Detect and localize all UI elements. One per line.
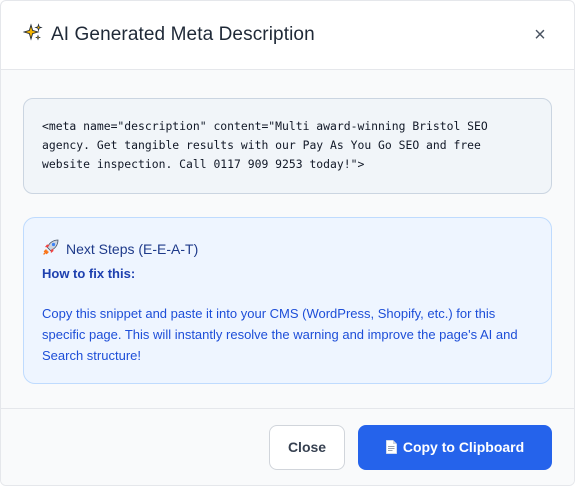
copy-button-label: Copy to Clipboard	[402, 439, 525, 455]
close-button[interactable]: Close	[269, 424, 345, 470]
modal-footer: Close Copy to Clipboard	[1, 408, 574, 485]
sparkles-icon	[22, 23, 43, 47]
modal-title: AI Generated Meta Description	[51, 24, 315, 45]
meta-description-modal: AI Generated Meta Description × <meta na…	[0, 0, 575, 486]
next-steps-description: Copy this snippet and paste it into your…	[42, 306, 518, 363]
close-icon[interactable]: ×	[528, 23, 552, 47]
document-icon	[385, 440, 397, 454]
title-wrap: AI Generated Meta Description	[22, 23, 315, 47]
how-to-fix-label: How to fix this:	[42, 266, 136, 281]
rocket-icon	[42, 238, 60, 259]
modal-body: <meta name="description" content="Multi …	[1, 70, 574, 409]
modal-header: AI Generated Meta Description ×	[1, 1, 574, 70]
next-steps-header: Next Steps (E-E-A-T)	[42, 238, 533, 259]
meta-snippet-code: <meta name="description" content="Multi …	[23, 98, 552, 194]
copy-to-clipboard-button[interactable]: Copy to Clipboard	[358, 424, 552, 470]
next-steps-heading: Next Steps (E-E-A-T)	[66, 240, 199, 257]
next-steps-panel: Next Steps (E-E-A-T) How to fix this: Co…	[23, 217, 552, 384]
